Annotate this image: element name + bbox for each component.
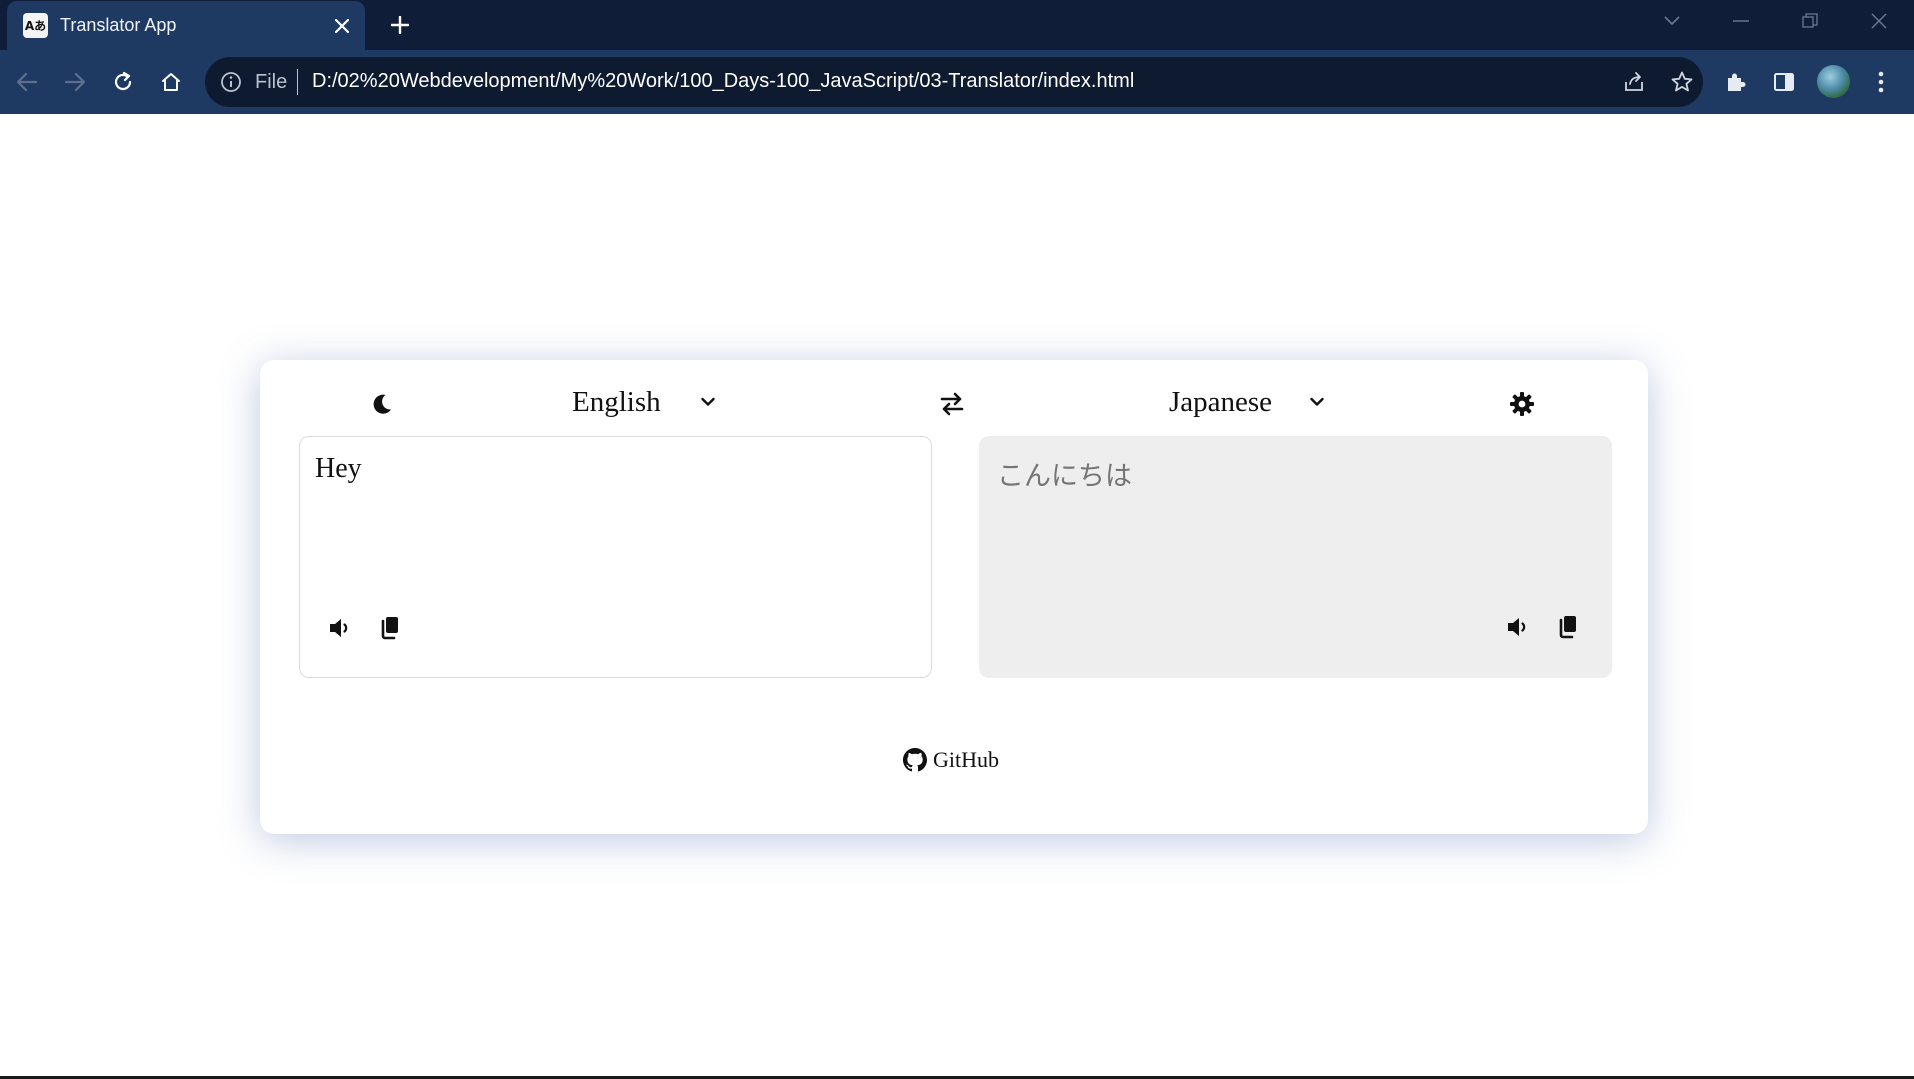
- speaker-icon[interactable]: [325, 613, 355, 643]
- restore-icon[interactable]: [1790, 6, 1830, 36]
- chevron-down-icon: [1310, 397, 1324, 407]
- tab-close-icon[interactable]: [329, 13, 355, 39]
- forward-icon[interactable]: [57, 64, 93, 100]
- address-bar[interactable]: File D:/02%20Webdevelopment/My%20Work/10…: [205, 57, 1703, 107]
- bookmark-star-icon[interactable]: [1668, 68, 1696, 96]
- translator-favicon-icon: Aあ: [23, 13, 48, 38]
- browser-tab-bar: Aあ Translator App: [0, 0, 1914, 50]
- swap-arrows-icon[interactable]: [932, 386, 972, 422]
- copy-icon[interactable]: [375, 613, 405, 643]
- gear-icon[interactable]: [1504, 386, 1540, 422]
- tab-search-chevron-icon[interactable]: [1652, 6, 1692, 36]
- moon-icon[interactable]: [364, 386, 400, 422]
- copy-icon[interactable]: [1553, 612, 1583, 642]
- back-icon[interactable]: [9, 64, 45, 100]
- github-link-label: GitHub: [933, 747, 999, 772]
- address-scheme-label: File: [255, 71, 288, 93]
- reload-icon[interactable]: [105, 64, 141, 100]
- home-icon[interactable]: [153, 64, 189, 100]
- github-link[interactable]: GitHub: [903, 744, 999, 776]
- source-text[interactable]: Hey: [315, 453, 362, 485]
- profile-avatar[interactable]: [1817, 65, 1850, 98]
- page-viewport: English Japanese Hey こんにちは GitHub: [0, 114, 1914, 1076]
- github-icon: [903, 748, 927, 772]
- browser-menu-icon[interactable]: [1863, 64, 1899, 100]
- window-close-icon[interactable]: [1859, 6, 1899, 36]
- minimize-icon[interactable]: [1721, 6, 1761, 36]
- source-language-select[interactable]: English: [572, 380, 715, 424]
- source-text-area[interactable]: Hey: [299, 436, 932, 678]
- tab-title: Translator App: [60, 15, 177, 35]
- side-panel-icon[interactable]: [1766, 64, 1802, 100]
- speaker-icon[interactable]: [1503, 612, 1533, 642]
- translated-text: こんにちは: [997, 461, 1132, 492]
- chevron-down-icon: [700, 397, 715, 407]
- target-language-select[interactable]: Japanese: [1169, 380, 1324, 424]
- browser-tab[interactable]: Aあ Translator App: [7, 1, 365, 50]
- target-language-label: Japanese: [1169, 385, 1273, 418]
- translated-text-area[interactable]: こんにちは: [979, 436, 1612, 678]
- browser-toolbar: File D:/02%20Webdevelopment/My%20Work/10…: [0, 50, 1914, 114]
- translator-card: English Japanese Hey こんにちは GitHub: [260, 360, 1648, 834]
- address-url[interactable]: D:/02%20Webdevelopment/My%20Work/100_Day…: [312, 70, 1134, 93]
- new-tab-icon[interactable]: [384, 9, 416, 41]
- share-icon[interactable]: [1620, 68, 1648, 96]
- site-info-icon[interactable]: [219, 70, 243, 94]
- extensions-puzzle-icon[interactable]: [1718, 64, 1754, 100]
- address-separator: [297, 69, 298, 95]
- source-language-label: English: [572, 385, 661, 418]
